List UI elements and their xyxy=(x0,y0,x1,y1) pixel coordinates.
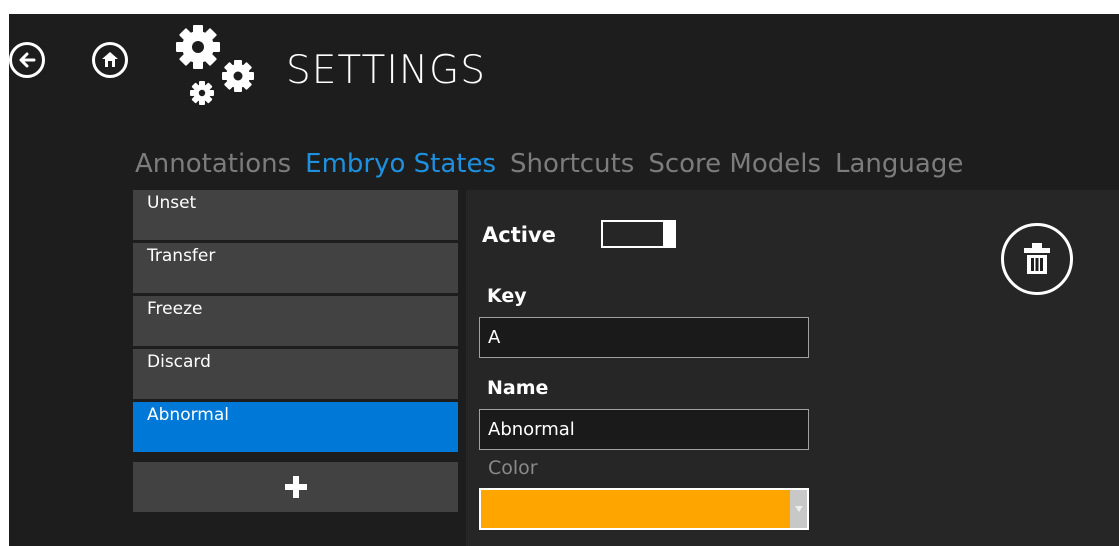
active-toggle[interactable] xyxy=(601,220,676,248)
page-title: SETTINGS xyxy=(286,48,487,93)
delete-state-button[interactable] xyxy=(1001,223,1073,295)
back-arrow-icon xyxy=(19,52,36,68)
color-label: Color xyxy=(488,457,538,479)
embryo-state-list: Unset Transfer Freeze Discard Abnormal xyxy=(133,190,458,455)
back-button[interactable] xyxy=(9,42,45,78)
tab-annotations[interactable]: Annotations xyxy=(135,149,291,179)
state-item-label: Transfer xyxy=(147,246,216,266)
active-label: Active xyxy=(482,223,556,247)
tab-score-models[interactable]: Score Models xyxy=(648,149,821,179)
tab-language[interactable]: Language xyxy=(835,149,963,179)
key-input[interactable] xyxy=(479,317,809,358)
settings-window: SETTINGS Annotations Embryo States Shortcu… xyxy=(9,14,1119,546)
color-swatch xyxy=(481,490,790,528)
tab-shortcuts[interactable]: Shortcuts xyxy=(510,149,634,179)
state-item-label: Freeze xyxy=(147,299,203,319)
key-label: Key xyxy=(487,285,527,307)
settings-tabs: Annotations Embryo States Shortcuts Score M… xyxy=(135,146,977,182)
color-dropdown[interactable] xyxy=(479,488,809,530)
gears-icon xyxy=(176,25,254,105)
tab-embryo-states[interactable]: Embryo States xyxy=(305,149,496,179)
dropdown-arrow-icon[interactable] xyxy=(790,490,807,528)
state-item-label: Unset xyxy=(147,193,197,213)
state-detail-panel: Active Key Name Color xyxy=(466,190,1119,546)
name-label: Name xyxy=(487,377,549,399)
home-button[interactable] xyxy=(92,42,128,78)
state-item-label: Discard xyxy=(147,352,211,372)
state-item-abnormal[interactable]: Abnormal xyxy=(133,402,458,452)
plus-icon xyxy=(284,476,307,498)
toggle-knob xyxy=(663,222,674,246)
state-item-label: Abnormal xyxy=(147,405,229,425)
trash-icon xyxy=(1024,243,1050,274)
home-icon xyxy=(102,52,118,67)
add-state-button[interactable] xyxy=(133,462,458,512)
name-input[interactable] xyxy=(479,409,809,450)
